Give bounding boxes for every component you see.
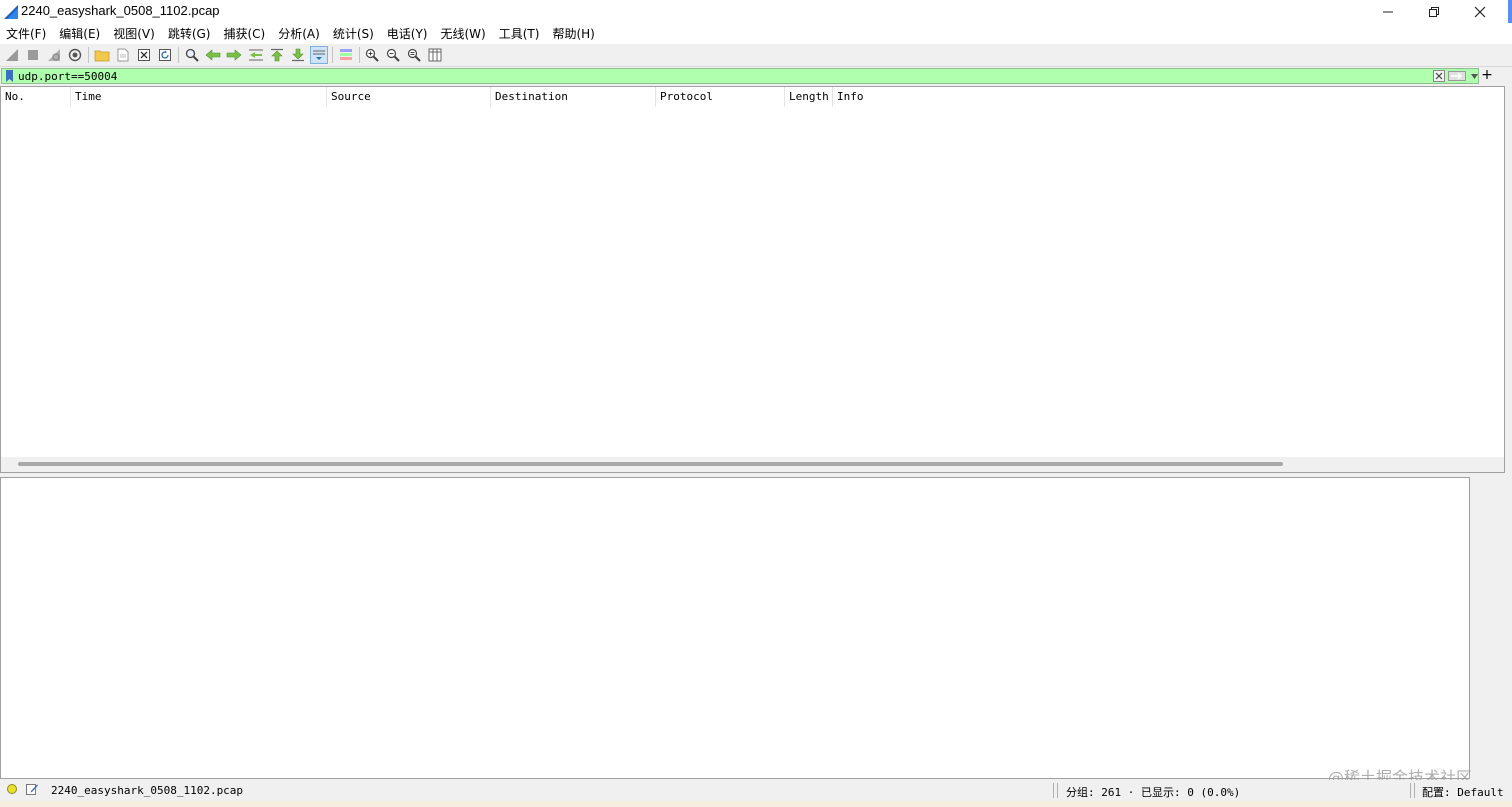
restore-icon bbox=[1429, 6, 1439, 17]
status-separator bbox=[1057, 783, 1058, 798]
menu-go[interactable]: 跳转(G) bbox=[168, 25, 211, 42]
reload-icon bbox=[159, 49, 171, 61]
display-filter-input[interactable] bbox=[18, 69, 1418, 83]
window-bottom-edge bbox=[0, 801, 1512, 807]
close-button[interactable] bbox=[1457, 0, 1503, 23]
close-file-icon bbox=[138, 49, 150, 61]
menu-telephony[interactable]: 电话(Y) bbox=[387, 25, 428, 42]
display-filter-box bbox=[1, 68, 1479, 84]
colorize-button[interactable] bbox=[337, 46, 355, 64]
zoom-out-button[interactable] bbox=[384, 46, 402, 64]
column-header-length[interactable]: Length bbox=[785, 87, 833, 107]
column-header-time[interactable]: Time bbox=[71, 87, 327, 107]
display-filter-bar: + bbox=[0, 67, 1512, 85]
back-arrow-icon bbox=[205, 49, 221, 61]
column-header-destination[interactable]: Destination bbox=[491, 87, 656, 107]
restore-button[interactable] bbox=[1411, 0, 1457, 23]
menu-tools[interactable]: 工具(T) bbox=[499, 25, 540, 42]
close-icon bbox=[1474, 6, 1486, 17]
status-packet-count: 分组: 261 · 已显示: 0 (0.0%) bbox=[1066, 786, 1241, 799]
capture-options-icon bbox=[68, 48, 82, 62]
add-filter-button-plus-icon[interactable]: + bbox=[1481, 67, 1493, 83]
find-icon bbox=[185, 48, 199, 62]
column-header-no[interactable]: No. bbox=[1, 87, 71, 107]
apply-filter-arrow-icon[interactable] bbox=[1448, 71, 1466, 81]
forward-arrow-icon bbox=[226, 49, 242, 61]
main-toolbar bbox=[0, 44, 1512, 67]
menu-view[interactable]: 视图(V) bbox=[113, 25, 155, 42]
restart-capture-button[interactable] bbox=[45, 46, 63, 64]
colorize-icon bbox=[340, 49, 352, 60]
stop-capture-button[interactable] bbox=[24, 46, 42, 64]
zoom-in-icon bbox=[365, 48, 379, 62]
menu-file[interactable]: 文件(F) bbox=[6, 25, 46, 42]
toolbar-separator bbox=[88, 47, 89, 63]
save-file-button[interactable] bbox=[114, 46, 132, 64]
status-separator bbox=[1414, 783, 1415, 798]
title-bar: 2240_easyshark_0508_1102.pcap bbox=[0, 0, 1512, 24]
packet-list-horizontal-scrollbar[interactable] bbox=[1, 457, 1504, 472]
packet-details-pane[interactable] bbox=[0, 477, 1470, 779]
bookmark-icon[interactable] bbox=[5, 70, 14, 82]
status-separator bbox=[1410, 783, 1411, 798]
last-packet-icon bbox=[292, 48, 304, 62]
packet-list-pane[interactable]: No. Time Source Destination Protocol Len… bbox=[0, 86, 1505, 473]
expert-info-led-icon[interactable] bbox=[7, 784, 17, 794]
column-header-protocol[interactable]: Protocol bbox=[656, 87, 785, 107]
start-capture-button[interactable] bbox=[3, 46, 21, 64]
status-bar: 2240_easyshark_0508_1102.pcap 分组: 261 · … bbox=[0, 780, 1512, 801]
capture-options-button[interactable] bbox=[66, 46, 84, 64]
packet-list-header: No. Time Source Destination Protocol Len… bbox=[1, 87, 1504, 107]
resize-columns-icon bbox=[428, 48, 442, 62]
menu-bar: 文件(F) 编辑(E) 视图(V) 跳转(G) 捕获(C) 分析(A) 统计(S… bbox=[0, 23, 1512, 44]
zoom-normal-button[interactable] bbox=[405, 46, 423, 64]
find-packet-button[interactable] bbox=[183, 46, 201, 64]
zoom-in-button[interactable] bbox=[363, 46, 381, 64]
open-folder-icon bbox=[94, 50, 110, 62]
open-file-button[interactable] bbox=[93, 46, 111, 64]
menu-analyze[interactable]: 分析(A) bbox=[278, 25, 320, 42]
wireshark-fin-icon bbox=[4, 5, 18, 19]
go-forward-button[interactable] bbox=[225, 46, 243, 64]
zoom-normal-icon bbox=[407, 48, 421, 62]
stop-icon bbox=[28, 50, 38, 60]
first-packet-button[interactable] bbox=[268, 46, 286, 64]
go-to-packet-button[interactable] bbox=[247, 46, 265, 64]
menu-wireless[interactable]: 无线(W) bbox=[441, 25, 486, 42]
scrollbar-thumb[interactable] bbox=[18, 462, 1283, 466]
first-packet-icon bbox=[271, 48, 283, 62]
menu-statistics[interactable]: 统计(S) bbox=[333, 25, 374, 42]
menu-capture[interactable]: 捕获(C) bbox=[223, 25, 265, 42]
column-header-source[interactable]: Source bbox=[327, 87, 491, 107]
zoom-out-icon bbox=[386, 48, 400, 62]
filter-history-chevron-down-icon[interactable] bbox=[1469, 70, 1479, 82]
reload-file-button[interactable] bbox=[156, 46, 174, 64]
minimize-icon bbox=[1383, 11, 1393, 12]
window-title: 2240_easyshark_0508_1102.pcap bbox=[21, 3, 220, 18]
shark-start-icon bbox=[6, 49, 18, 61]
clear-filter-icon[interactable] bbox=[1433, 70, 1445, 82]
last-packet-button[interactable] bbox=[289, 46, 307, 64]
restart-icon bbox=[48, 49, 60, 61]
menu-edit[interactable]: 编辑(E) bbox=[59, 25, 100, 42]
close-file-button[interactable] bbox=[135, 46, 153, 64]
toolbar-separator bbox=[178, 47, 179, 63]
toolbar-separator bbox=[332, 47, 333, 63]
status-profile[interactable]: 配置: Default bbox=[1422, 784, 1504, 800]
go-to-packet-icon bbox=[249, 49, 263, 61]
toolbar-separator bbox=[359, 47, 360, 63]
column-header-info[interactable]: Info bbox=[833, 87, 1504, 107]
go-back-button[interactable] bbox=[204, 46, 222, 64]
status-separator bbox=[1053, 783, 1054, 798]
minimize-button[interactable] bbox=[1365, 0, 1411, 23]
menu-help[interactable]: 帮助(H) bbox=[552, 25, 594, 42]
autoscroll-icon bbox=[313, 50, 325, 60]
file-icon bbox=[117, 48, 129, 62]
resize-columns-button[interactable] bbox=[426, 46, 444, 64]
status-file-name: 2240_easyshark_0508_1102.pcap bbox=[51, 784, 244, 797]
capture-comment-edit-icon[interactable] bbox=[26, 783, 38, 795]
autoscroll-button[interactable] bbox=[310, 46, 328, 64]
window-accent-edge bbox=[1508, 0, 1512, 24]
